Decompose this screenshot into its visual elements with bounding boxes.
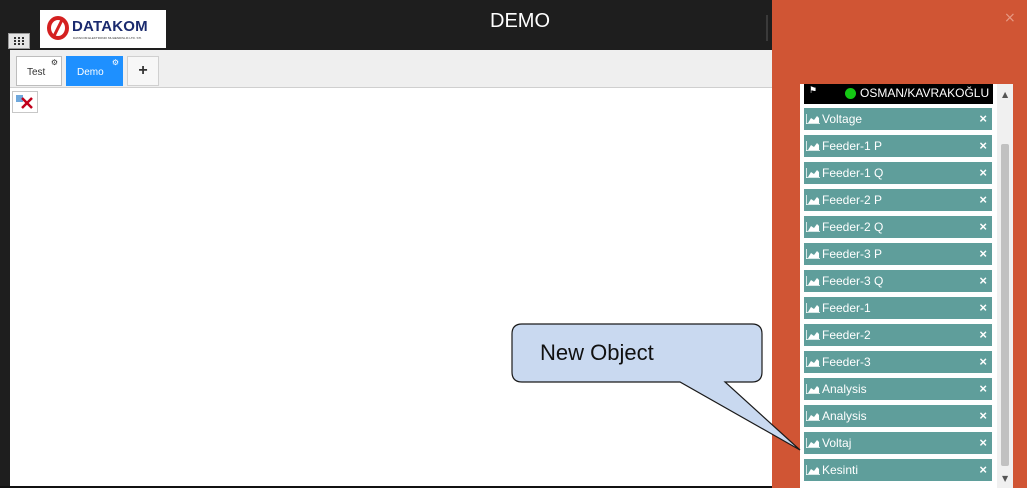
list-item-label: Feeder-2 — [822, 328, 871, 342]
remove-item-icon[interactable]: × — [979, 382, 987, 396]
remove-item-icon[interactable]: × — [979, 328, 987, 342]
tab-test-label: Test — [27, 67, 46, 78]
area-chart-icon — [806, 384, 820, 394]
online-status-icon — [845, 88, 856, 99]
list-item-label: Kesinti — [822, 463, 859, 477]
list-item-label: Voltaj — [822, 436, 852, 450]
area-chart-icon — [806, 141, 820, 151]
list-item[interactable]: Kesinti × — [804, 459, 992, 481]
area-chart-icon — [806, 465, 820, 475]
list-item[interactable]: Feeder-1 P × — [804, 135, 992, 157]
remove-item-icon[interactable]: × — [979, 112, 987, 126]
page-title: DEMO — [490, 10, 550, 32]
scroll-down-icon[interactable]: ▼ — [1002, 474, 1008, 483]
scroll-thumb[interactable] — [1001, 144, 1009, 466]
object-list: ⚑ OSMAN/KAVRAKOĞLU Voltage × Feeder-1 P … — [800, 84, 1013, 488]
remove-item-icon[interactable]: × — [979, 463, 987, 477]
datakom-logo: DATAKOM DATAKOM ELEKTRONIK MUHENDISLIK L… — [40, 10, 166, 48]
apps-menu-button[interactable] — [8, 33, 30, 49]
add-tab-button[interactable]: + — [127, 56, 159, 86]
list-item[interactable]: Voltaj × — [804, 432, 992, 454]
remove-item-icon[interactable]: × — [979, 355, 987, 369]
title-divider — [766, 15, 768, 41]
remove-item-icon[interactable]: × — [979, 220, 987, 234]
user-name: OSMAN/KAVRAKOĞLU — [860, 86, 990, 100]
list-item[interactable]: Analysis × — [804, 405, 992, 427]
list-item[interactable]: Feeder-3 × — [804, 351, 992, 373]
remove-item-icon[interactable]: × — [979, 409, 987, 423]
broken-image-icon — [12, 91, 38, 113]
close-icon[interactable]: × — [1004, 10, 1016, 26]
list-item-label: Voltage — [822, 112, 863, 126]
list-item[interactable]: Feeder-2 Q × — [804, 216, 992, 238]
list-item[interactable]: Feeder-1 × — [804, 297, 992, 319]
callout-text: New Object — [540, 340, 654, 365]
area-chart-icon — [806, 330, 820, 340]
area-chart-icon — [806, 195, 820, 205]
logo-tagline: DATAKOM ELEKTRONIK MUHENDISLIK LTD. STI. — [73, 36, 143, 40]
list-item[interactable]: Feeder-3 P × — [804, 243, 992, 265]
area-chart-icon — [806, 357, 820, 367]
object-panel: × ⚑ OSMAN/KAVRAKOĞLU Voltage × Feeder-1 … — [772, 0, 1027, 488]
area-chart-icon — [806, 249, 820, 259]
remove-item-icon[interactable]: × — [979, 193, 987, 207]
remove-item-icon[interactable]: × — [979, 301, 987, 315]
list-item-label: Feeder-1 Q — [822, 166, 884, 180]
list-item[interactable]: Feeder-1 Q × — [804, 162, 992, 184]
tab-test[interactable]: Test ⚙ — [16, 56, 62, 86]
area-chart-icon — [806, 168, 820, 178]
logo-brand: DATAKOM — [72, 18, 148, 35]
flag-icon: ⚑ — [809, 85, 818, 95]
remove-item-icon[interactable]: × — [979, 139, 987, 153]
area-chart-icon — [806, 276, 820, 286]
remove-item-icon[interactable]: × — [979, 247, 987, 261]
list-item-label: Feeder-3 P — [822, 247, 883, 261]
area-chart-icon — [806, 411, 820, 421]
area-chart-icon — [806, 114, 820, 124]
list-item-label: Feeder-2 P — [822, 193, 883, 207]
list-item[interactable]: Voltage × — [804, 108, 992, 130]
dashboard-canvas[interactable]: Test ⚙ Demo ⚙ + — [10, 50, 772, 486]
user-bar: ⚑ OSMAN/KAVRAKOĞLU — [804, 84, 993, 104]
gear-icon[interactable]: ⚙ — [51, 59, 58, 67]
remove-item-icon[interactable]: × — [979, 274, 987, 288]
list-item-label: Analysis — [822, 409, 867, 423]
remove-item-icon[interactable]: × — [979, 166, 987, 180]
list-item-label: Feeder-2 Q — [822, 220, 884, 234]
gear-icon[interactable]: ⚙ — [112, 59, 119, 67]
list-scrollbar[interactable]: ▲ ▼ — [997, 84, 1013, 488]
tab-demo[interactable]: Demo ⚙ — [66, 56, 123, 86]
tab-demo-label: Demo — [77, 67, 104, 78]
area-chart-icon — [806, 222, 820, 232]
list-item-label: Feeder-1 — [822, 301, 871, 315]
list-item-label: Feeder-3 Q — [822, 274, 884, 288]
area-chart-icon — [806, 438, 820, 448]
area-chart-icon — [806, 303, 820, 313]
logo-mark-icon — [47, 16, 69, 40]
grid-icon — [14, 37, 24, 45]
list-item-label: Feeder-3 — [822, 355, 871, 369]
tab-strip: Test ⚙ Demo ⚙ + — [10, 50, 772, 88]
list-item[interactable]: Feeder-3 Q × — [804, 270, 992, 292]
remove-item-icon[interactable]: × — [979, 436, 987, 450]
list-item[interactable]: Feeder-2 P × — [804, 189, 992, 211]
list-item[interactable]: Analysis × — [804, 378, 992, 400]
scroll-up-icon[interactable]: ▲ — [1002, 90, 1008, 99]
list-item-label: Feeder-1 P — [822, 139, 883, 153]
list-item-label: Analysis — [822, 382, 867, 396]
list-item[interactable]: Feeder-2 × — [804, 324, 992, 346]
